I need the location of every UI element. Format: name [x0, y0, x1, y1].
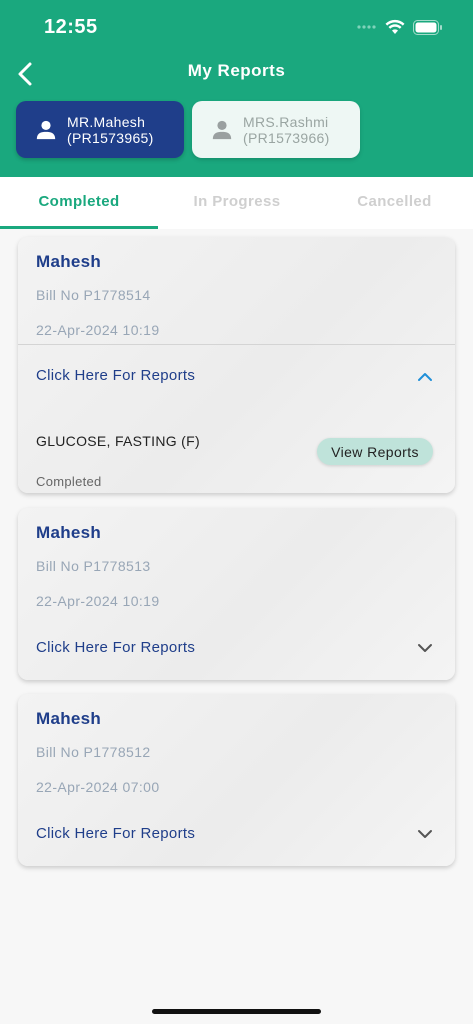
cellular-signal-icon: [357, 25, 376, 29]
report-card: Mahesh Bill No P1778512 22-Apr-2024 07:0…: [18, 694, 455, 866]
person-icon: [212, 120, 232, 139]
tab-cancelled[interactable]: Cancelled: [316, 193, 473, 210]
report-bill-number: Bill No P1778512: [36, 744, 151, 760]
report-tabs: Completed In Progress Cancelled: [0, 177, 473, 229]
report-date: 22-Apr-2024 10:19: [36, 593, 160, 609]
report-bill-number: Bill No P1778513: [36, 558, 151, 574]
status-time: 12:55: [44, 16, 98, 38]
test-status: Completed: [36, 474, 102, 489]
reports-toggle-link[interactable]: Click Here For Reports: [36, 825, 195, 842]
report-date: 22-Apr-2024 10:19: [36, 322, 160, 338]
test-name: GLUCOSE, FASTING (F): [36, 433, 200, 449]
battery-icon: [413, 19, 442, 35]
tab-completed[interactable]: Completed: [0, 193, 158, 210]
report-card: Mahesh Bill No P1778514 22-Apr-2024 10:1…: [18, 237, 455, 493]
reports-toggle-link[interactable]: Click Here For Reports: [36, 639, 195, 656]
chevron-up-icon[interactable]: [417, 369, 433, 385]
page-title: My Reports: [187, 61, 286, 80]
patient-id: (PR1573966): [243, 129, 330, 146]
patient-id: (PR1573965): [67, 129, 154, 146]
view-reports-button[interactable]: View Reports: [317, 438, 433, 465]
wifi-icon: [385, 19, 405, 34]
person-icon: [36, 120, 56, 139]
home-indicator[interactable]: [152, 1009, 321, 1014]
report-card: Mahesh Bill No P1778513 22-Apr-2024 10:1…: [18, 508, 455, 680]
status-bar: 12:55: [0, 0, 473, 54]
status-icons: [357, 16, 443, 38]
active-tab-indicator: [0, 226, 158, 229]
report-date: 22-Apr-2024 07:00: [36, 779, 160, 795]
patient-chip-mahesh[interactable]: MR.Mahesh (PR1573965): [16, 101, 184, 158]
reports-toggle-link[interactable]: Click Here For Reports: [36, 367, 195, 384]
app-header: 12:55 My Reports MR.Mahesh (PR1573965) M…: [0, 0, 473, 177]
patient-chip-label: MRS.Rashmi (PR1573966): [243, 114, 330, 146]
chevron-down-icon[interactable]: [417, 826, 433, 842]
report-patient-name: Mahesh: [36, 252, 102, 271]
patient-chip-label: MR.Mahesh (PR1573965): [67, 114, 154, 146]
card-divider: [18, 344, 455, 345]
patient-name: MRS.Rashmi: [243, 113, 329, 130]
patient-chip-rashmi[interactable]: MRS.Rashmi (PR1573966): [192, 101, 360, 158]
tab-in-progress[interactable]: In Progress: [158, 193, 316, 210]
report-patient-name: Mahesh: [36, 709, 102, 728]
patient-name: MR.Mahesh: [67, 113, 146, 130]
report-patient-name: Mahesh: [36, 523, 102, 542]
report-bill-number: Bill No P1778514: [36, 287, 151, 303]
chevron-down-icon[interactable]: [417, 640, 433, 656]
